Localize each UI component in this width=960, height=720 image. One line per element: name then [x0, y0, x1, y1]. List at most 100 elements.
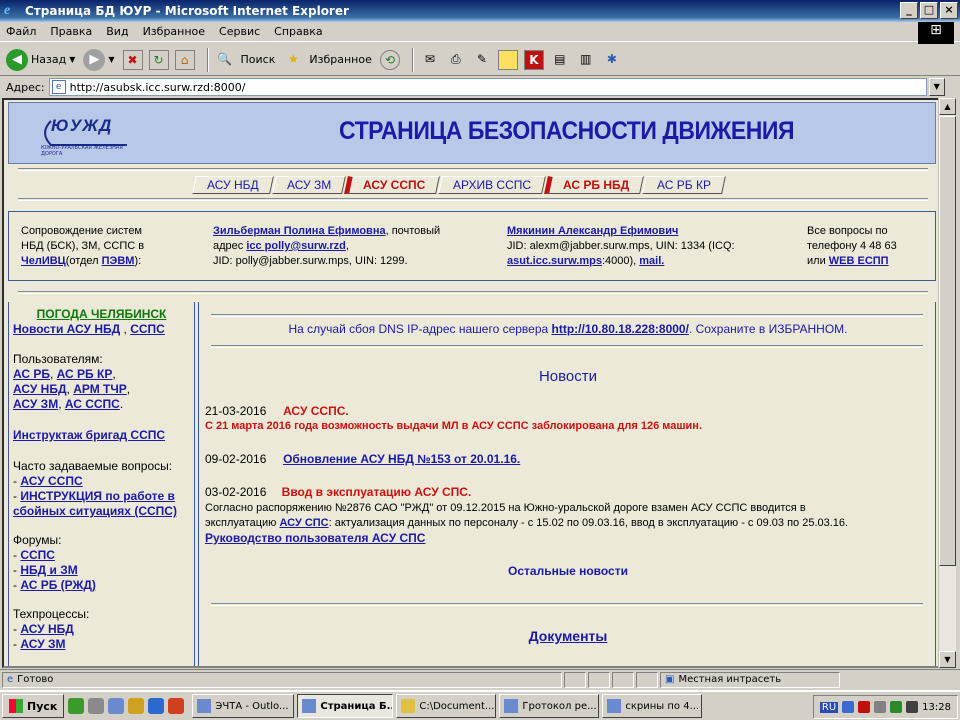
menu-view[interactable]: Вид: [106, 25, 128, 38]
dns-notice: На случай сбоя DNS IP-адрес нашего серве…: [288, 322, 848, 336]
briefing-link[interactable]: Инструктаж бригад ССПС: [13, 428, 165, 442]
maximize-button[interactable]: □: [920, 2, 938, 19]
asu-sps-link[interactable]: АСУ СПС: [279, 517, 328, 529]
contact-1-name-link[interactable]: Зильберман Полина Ефимовна: [213, 225, 386, 237]
word-icon: [504, 699, 519, 713]
note-icon[interactable]: [497, 49, 518, 70]
tray-antivirus-icon[interactable]: [858, 701, 871, 713]
tray-icon[interactable]: [874, 701, 887, 713]
link-arm-tchr[interactable]: АРМ ТЧР: [73, 382, 127, 396]
forum-as-rb-link[interactable]: АС РБ (РЖД): [20, 578, 96, 592]
web-espp-link[interactable]: WEB ЕСПП: [829, 255, 889, 267]
language-indicator[interactable]: RU: [819, 701, 839, 713]
dns-ip-link[interactable]: http://10.80.18.228:8000/: [552, 322, 689, 336]
page-done-icon: e: [7, 674, 14, 685]
favorites-button[interactable]: ★ Избранное: [283, 50, 372, 70]
task-word-1[interactable]: Гротокол ре...: [499, 694, 600, 718]
menu-favorites[interactable]: Избранное: [143, 25, 205, 38]
menu-tools[interactable]: Сервис: [219, 25, 260, 38]
mail-icon[interactable]: ✉: [420, 50, 440, 70]
tab-asu-zm[interactable]: АСУ ЗМ: [271, 176, 346, 194]
tray-icon[interactable]: [890, 701, 903, 713]
news-text: Согласно распоряжению №2876 САО "РЖД" от…: [205, 502, 806, 514]
printer-icon[interactable]: ▤: [550, 50, 570, 70]
link-as-rb[interactable]: АС РБ: [13, 367, 50, 381]
system-tabs: АСУ НБД АСУ ЗМ АСУ ССПС АРХИВ ССПС АС РБ…: [192, 176, 727, 194]
news-nbd-link[interactable]: Новости АСУ НБД: [13, 322, 120, 336]
link-asu-nbd[interactable]: АСУ НБД: [13, 382, 67, 396]
back-button[interactable]: ◀ Назад ▼: [6, 48, 75, 71]
forum-ssps-link[interactable]: ССПС: [20, 548, 55, 562]
task-word-2[interactable]: скрины по 4...: [602, 694, 703, 718]
close-button[interactable]: ×: [940, 2, 958, 19]
status-pane: [588, 671, 610, 688]
link-asu-zm[interactable]: АСУ ЗМ: [13, 397, 58, 411]
start-label: Пуск: [27, 699, 58, 713]
print-icon[interactable]: ⎙: [446, 50, 466, 70]
tab-archive-ssps[interactable]: АРХИВ ССПС: [438, 176, 547, 194]
quicklaunch-tree-icon[interactable]: [68, 698, 85, 714]
address-dropdown-icon[interactable]: ▼: [928, 78, 945, 96]
weather-link[interactable]: ПОГОДА ЧЕЛЯБИНСК: [13, 307, 190, 322]
menu-edit[interactable]: Правка: [50, 25, 92, 38]
link-as-ssps[interactable]: АС ССПС: [65, 397, 120, 411]
edit-icon[interactable]: ✎: [472, 50, 492, 70]
pevm-link[interactable]: ПЭВМ: [102, 255, 135, 267]
tab-as-rb-nbd[interactable]: АС РБ НБД: [544, 176, 645, 194]
quicklaunch-ie-icon[interactable]: [148, 698, 165, 714]
tab-asu-nbd[interactable]: АСУ НБД: [192, 176, 274, 194]
tech-asu-nbd-link[interactable]: АСУ НБД: [20, 622, 74, 636]
documents-link[interactable]: Документы: [529, 628, 608, 644]
contact-1-email-link[interactable]: icc polly@surw.rzd: [246, 240, 346, 252]
chelivc-link[interactable]: ЧелИВЦ: [21, 255, 66, 267]
menu-help[interactable]: Справка: [274, 25, 322, 38]
forum-nbd-zm-link[interactable]: НБД и ЗМ: [20, 563, 77, 577]
news-date: 03-02-2016: [205, 485, 267, 499]
faq-asu-ssps-link[interactable]: АСУ ССПС: [20, 474, 82, 488]
address-input[interactable]: e http://asubsk.icc.surw.rzd:8000/: [48, 78, 927, 96]
page-icon: e: [51, 80, 66, 94]
forward-button[interactable]: ▶ ▼: [83, 48, 115, 71]
instruction-link[interactable]: ИНСТРУКЦИЯ по работе в: [20, 489, 175, 503]
tech-asu-zm-link[interactable]: АСУ ЗМ: [20, 637, 65, 651]
scroll-down-icon[interactable]: ▼: [939, 651, 956, 668]
link-as-rb-kr[interactable]: АС РБ КР: [57, 367, 113, 381]
taskbar: Пуск ЭЧТА - Outlo... Страница Б... C:\Do…: [0, 690, 960, 720]
start-button[interactable]: Пуск: [2, 694, 65, 718]
other-news-link[interactable]: Остальные новости: [199, 564, 935, 578]
task-explorer[interactable]: C:\Document...: [396, 694, 497, 718]
contact-2-name-link[interactable]: Мякинин Александр Ефимович: [507, 225, 678, 237]
task-outlook[interactable]: ЭЧТА - Outlo...: [192, 694, 295, 718]
quicklaunch-icon[interactable]: [88, 698, 105, 714]
icq-link[interactable]: asut.icc.surw.mps: [507, 255, 602, 267]
nbd-update-link[interactable]: Обновление АСУ НБД №153 от 20.01.16.: [283, 452, 520, 466]
instruction-link-cont[interactable]: сбойных ситуациях (ССПС): [13, 504, 177, 518]
scroll-thumb[interactable]: [939, 116, 956, 566]
mail-link[interactable]: mail.: [639, 255, 664, 267]
vertical-scrollbar[interactable]: ▲ ▼: [938, 98, 956, 668]
history-icon[interactable]: ⟲: [379, 49, 400, 70]
ie-task-icon: [302, 699, 317, 713]
tray-icon[interactable]: [906, 701, 919, 713]
refresh-icon[interactable]: ↻: [148, 49, 169, 70]
stop-icon[interactable]: ✖: [122, 49, 143, 70]
tab-as-rb-kr[interactable]: АС РБ КР: [642, 176, 727, 194]
messenger-icon[interactable]: ✱: [602, 50, 622, 70]
tab-asu-ssps[interactable]: АСУ ССПС: [343, 176, 441, 194]
news-ssps-link[interactable]: ССПС: [130, 322, 165, 336]
user-guide-link[interactable]: Руководство пользователя АСУ СПС: [205, 531, 425, 545]
quicklaunch-icon[interactable]: [108, 698, 125, 714]
antivirus-icon[interactable]: K: [523, 49, 544, 70]
techprocess-label: Техпроцессы:: [13, 607, 90, 621]
tool-icon[interactable]: ▥: [576, 50, 596, 70]
quicklaunch-media-icon[interactable]: [168, 698, 185, 714]
task-ie[interactable]: Страница Б...: [297, 694, 394, 718]
scroll-up-icon[interactable]: ▲: [939, 98, 956, 115]
home-icon[interactable]: ⌂: [174, 49, 195, 70]
minimize-button[interactable]: _: [900, 2, 918, 19]
quicklaunch-icon[interactable]: [128, 698, 145, 714]
news-date: 09-02-2016: [205, 452, 267, 466]
tray-icon[interactable]: [842, 701, 855, 713]
search-button[interactable]: 🔍 Поиск: [215, 50, 275, 70]
menu-file[interactable]: Файл: [6, 25, 36, 38]
